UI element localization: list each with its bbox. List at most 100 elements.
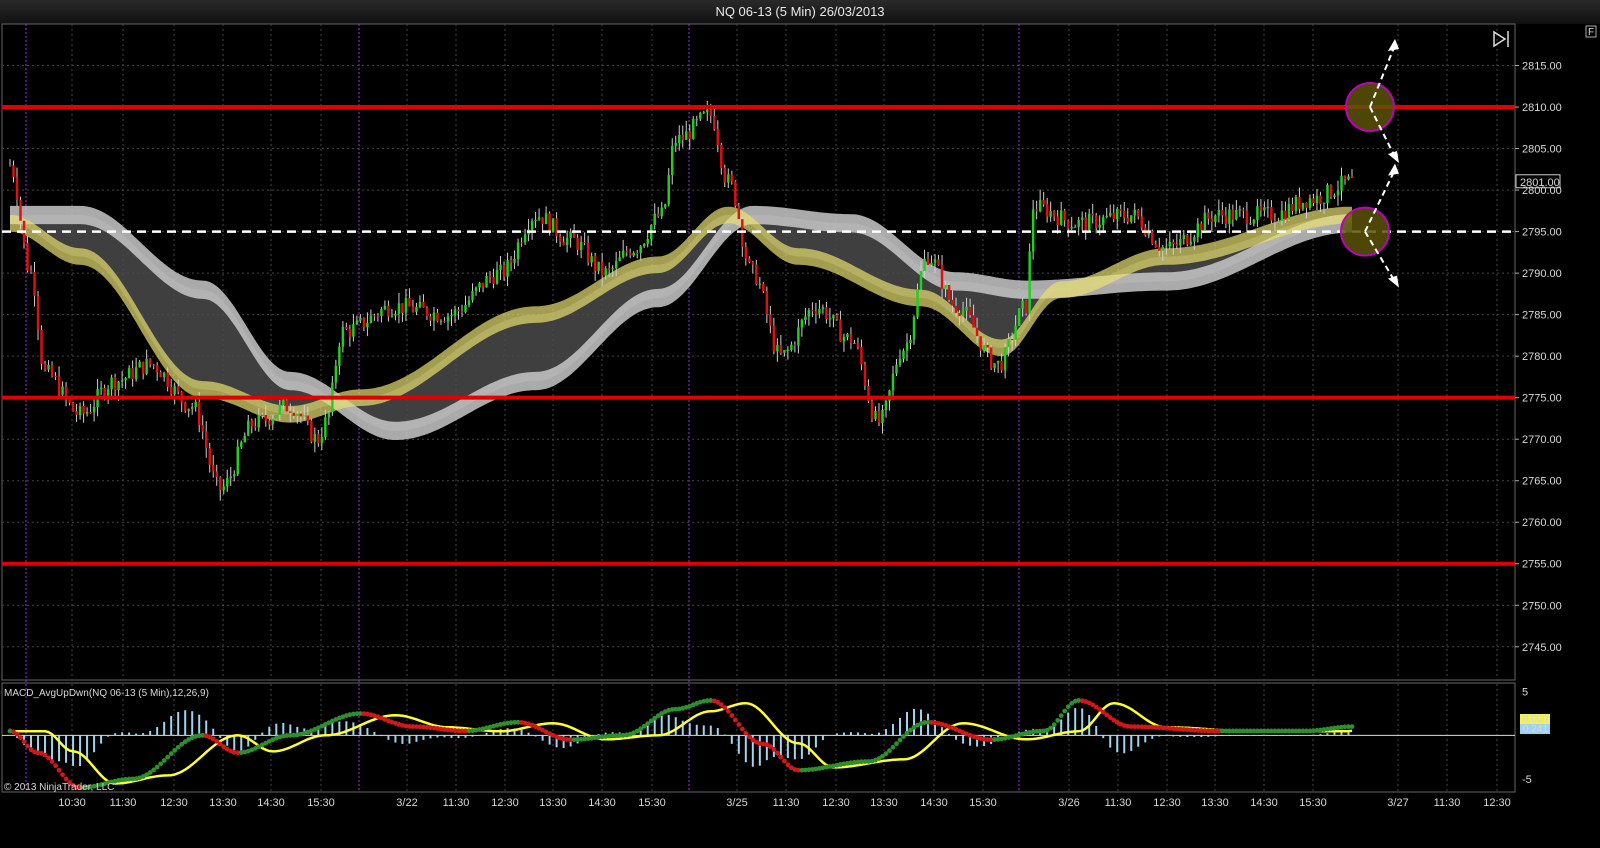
macd-dot — [897, 737, 903, 743]
candle-body — [82, 405, 85, 414]
macd-dot — [63, 776, 69, 782]
x-tick-label: 12:30 — [1483, 797, 1511, 809]
histogram-bar — [1270, 735, 1273, 736]
candle-body — [1063, 210, 1066, 221]
candle-body — [190, 407, 194, 409]
candle-body — [1333, 195, 1336, 198]
macd-dot — [1048, 725, 1054, 731]
candle-body — [1343, 175, 1347, 180]
candle-body — [639, 246, 642, 254]
histogram-bar — [450, 735, 453, 738]
histogram-bar — [219, 735, 222, 738]
candle-body — [261, 414, 264, 416]
macd-dot — [161, 758, 167, 763]
candle-body — [912, 316, 916, 340]
macd-dot — [725, 708, 731, 714]
histogram-bar — [821, 735, 824, 741]
histogram-bar — [408, 735, 411, 744]
candle-body — [362, 317, 366, 328]
candle-body — [727, 174, 730, 183]
histogram-bar — [1179, 735, 1182, 737]
candle-body — [940, 264, 944, 289]
candle-body — [699, 112, 702, 119]
histogram-bar — [142, 733, 145, 736]
candle-body — [352, 324, 355, 337]
histogram-bar — [541, 735, 544, 741]
candle-body — [849, 334, 853, 344]
candle-body — [1186, 235, 1189, 245]
candle-body — [443, 320, 446, 322]
candle-body — [842, 336, 846, 342]
histogram-bar — [345, 721, 348, 736]
histogram-bar — [800, 735, 803, 759]
histogram-bar — [1102, 735, 1105, 739]
candle-body — [593, 256, 597, 271]
candle-body — [800, 320, 804, 328]
histogram-bar — [772, 735, 775, 757]
histogram-bar — [205, 720, 208, 736]
histogram-bar — [1130, 735, 1133, 751]
x-tick-label: 14:30 — [1250, 797, 1278, 809]
candle-body — [208, 448, 211, 465]
candle-body — [141, 361, 145, 374]
candle-body — [1140, 216, 1143, 228]
candle-body — [1038, 199, 1042, 212]
y-tick-label: 2780.00 — [1522, 351, 1562, 363]
candle-body — [1101, 217, 1105, 225]
candle-body — [1182, 235, 1186, 240]
x-tick-label: 3/26 — [1058, 797, 1079, 809]
candle-body — [632, 252, 635, 256]
histogram-bar — [254, 735, 257, 740]
candle-body — [204, 431, 208, 449]
arrow-up-head — [1388, 163, 1399, 176]
candle-body — [1266, 207, 1270, 209]
histogram-bar — [1284, 735, 1287, 736]
candle-body — [15, 177, 19, 200]
candle-body — [471, 290, 474, 301]
histogram-bar — [79, 735, 82, 767]
candle-body — [1045, 204, 1049, 217]
macd-dot — [158, 761, 164, 767]
candle-body — [26, 243, 29, 271]
candle-body — [1021, 300, 1024, 309]
histogram-bar — [1116, 735, 1119, 753]
candle-body — [853, 342, 856, 344]
candle-body — [1010, 339, 1014, 341]
histogram-bar — [884, 729, 887, 736]
histogram-bar — [828, 735, 831, 736]
price-chart[interactable]: 2801.00F MACD_AvgUpDwn(NQ 06-13 (5 Min),… — [0, 0, 1600, 848]
histogram-bar — [527, 732, 530, 736]
candle-body — [692, 118, 695, 140]
candle-body — [1263, 207, 1266, 211]
candle-body — [537, 217, 541, 220]
candle-body — [1035, 209, 1038, 212]
candle-body — [674, 142, 677, 146]
candle-body — [1014, 325, 1017, 340]
candle-body — [565, 238, 569, 245]
candle-body — [243, 435, 246, 443]
candle-body — [762, 283, 765, 292]
histogram-bar — [793, 735, 796, 760]
candle-body — [296, 413, 299, 416]
candle-body — [541, 217, 544, 225]
candle-body — [628, 252, 632, 256]
y-tick-label: 2755.00 — [1522, 559, 1562, 571]
candle-body — [71, 402, 75, 412]
candle-body — [1308, 198, 1312, 208]
candle-body — [551, 218, 555, 233]
candle-body — [229, 476, 232, 479]
histogram-bar — [1165, 735, 1168, 737]
candle-body — [1119, 208, 1122, 211]
candle-body — [979, 336, 982, 351]
candle-body — [43, 363, 47, 370]
candle-body — [720, 144, 723, 168]
histogram-bar — [877, 732, 880, 736]
candle-body — [348, 328, 352, 337]
candle-body — [464, 304, 467, 313]
histogram-bar — [849, 732, 852, 736]
candle-body — [1336, 190, 1340, 196]
candle-body — [811, 309, 814, 312]
x-tick-label: 15:30 — [638, 797, 666, 809]
indicator-label: MACD_AvgUpDwn(NQ 06-13 (5 Min),12,26,9) — [4, 688, 209, 699]
histogram-bar — [282, 722, 285, 736]
